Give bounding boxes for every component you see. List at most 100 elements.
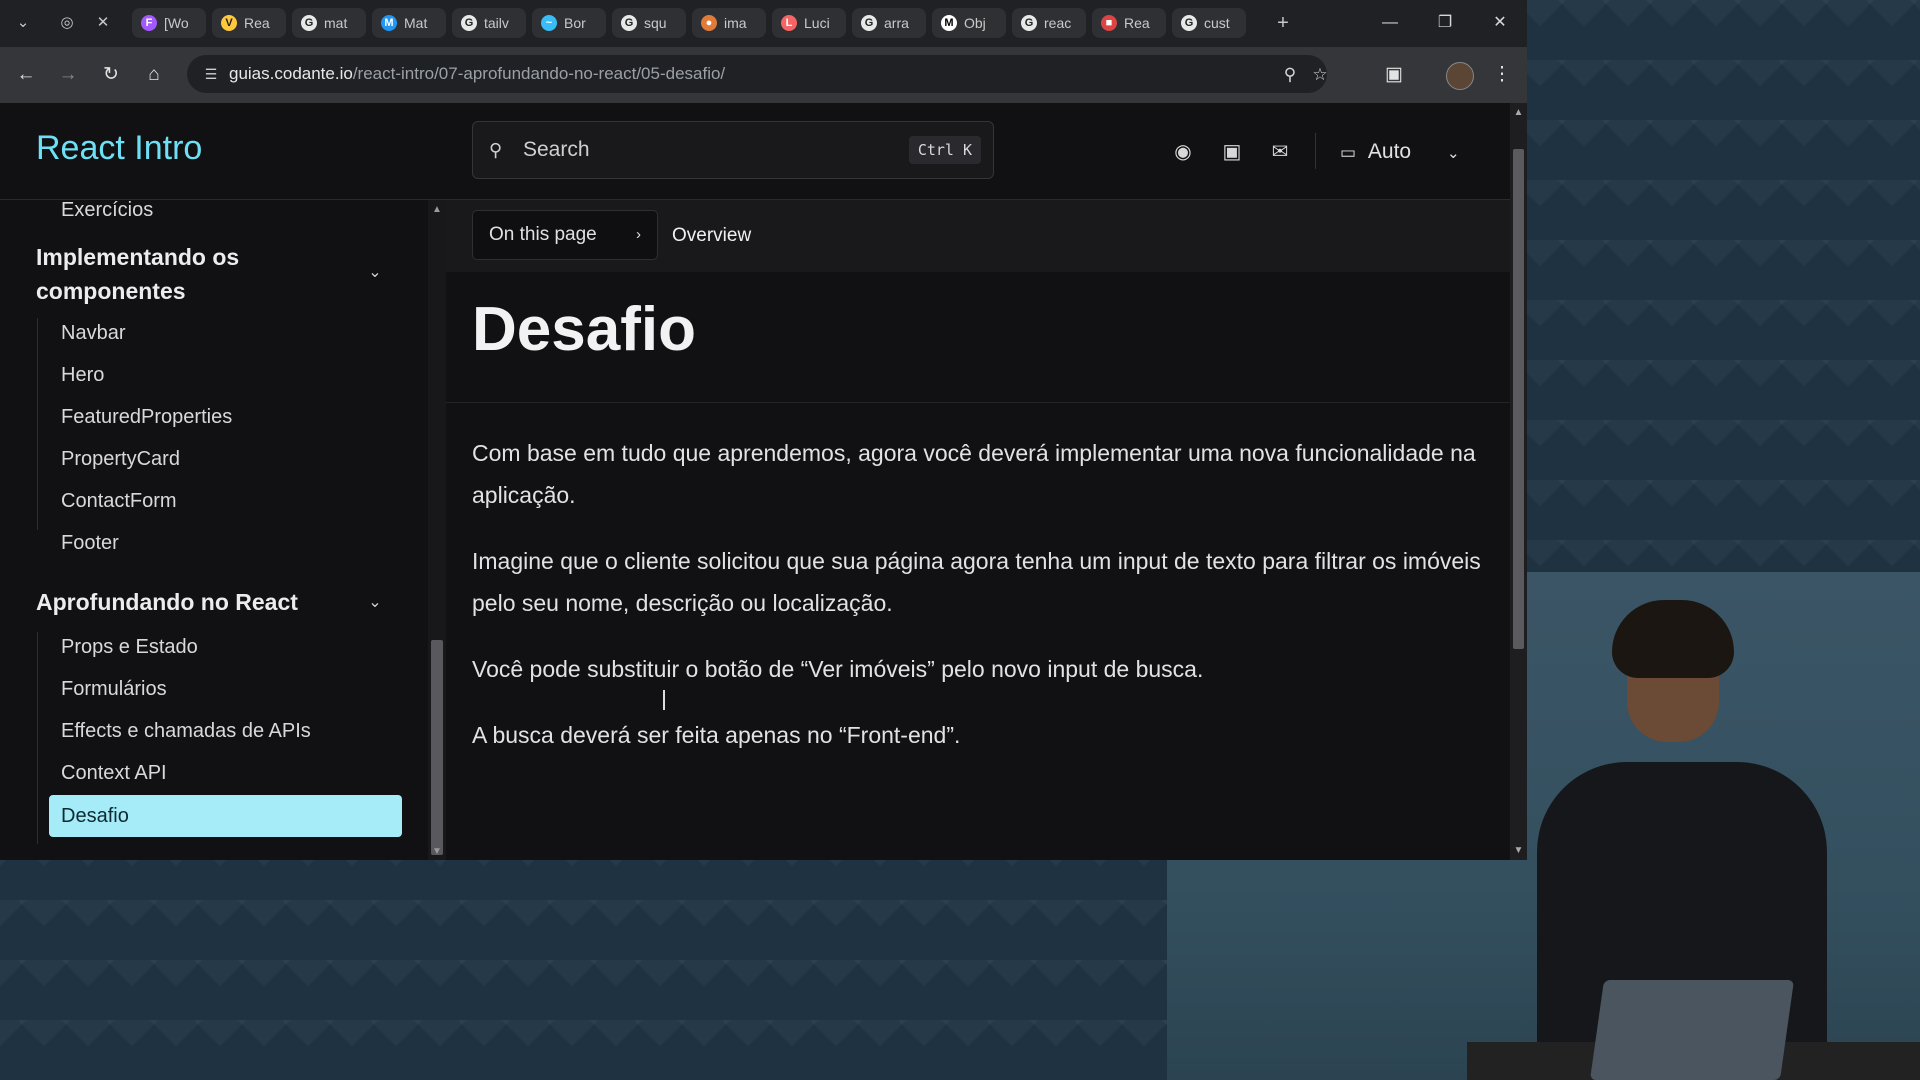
minimize-icon[interactable]: — — [1375, 10, 1405, 36]
presenter-hair — [1612, 600, 1734, 678]
sidebar-item-label: Desafio — [61, 805, 129, 827]
back-icon[interactable]: ← — [12, 61, 40, 89]
sidebar-item-exercicios[interactable]: Exercícios — [61, 200, 153, 225]
url-text[interactable]: guias.codante.io/react-intro/07-aprofund… — [229, 55, 725, 93]
site-header: React Intro ⚲ Search Ctrl K ◉ ▣ ✉ ▭ Auto… — [0, 103, 1510, 200]
chevron-right-icon: › — [636, 226, 641, 243]
sidebar-nav: Exercícios Implementando os componentes … — [0, 200, 428, 860]
sidebar-item-effects[interactable]: Effects e chamadas de APIs — [61, 716, 311, 746]
tab-9[interactable]: Garra — [852, 8, 926, 38]
tab-4[interactable]: Gtailv — [452, 8, 526, 38]
mdn-icon: M — [941, 15, 957, 31]
sidebar-group-implementando[interactable]: Implementando os componentes — [36, 240, 366, 308]
google-icon: G — [461, 15, 477, 31]
tab-10[interactable]: M Obj — [932, 8, 1006, 38]
sidebar-tree-line — [37, 632, 38, 844]
google-icon: G — [621, 15, 637, 31]
gallery-icon: ■ — [1101, 15, 1117, 31]
tab-7[interactable]: ● ima — [692, 8, 766, 38]
sidebar-item-featuredproperties[interactable]: FeaturedProperties — [61, 402, 232, 432]
sidebar-item-props-e-estado[interactable]: Props e Estado — [61, 632, 198, 662]
menu-kebab-icon[interactable]: ⋮ — [1488, 61, 1516, 89]
address-bar[interactable]: ☰ guias.codante.io/react-intro/07-aprofu… — [187, 55, 1328, 93]
scroll-up-arrow-icon[interactable]: ▲ — [428, 204, 446, 215]
sidebar-item-contactform[interactable]: ContactForm — [61, 486, 177, 516]
sidebar-group-aprofundando[interactable]: Aprofundando no React — [36, 585, 366, 619]
github-icon[interactable]: ◉ — [1170, 139, 1196, 165]
chevron-down-icon[interactable]: ⌄ — [365, 263, 385, 283]
sidebar-item-hero[interactable]: Hero — [61, 360, 104, 390]
reload-icon[interactable]: ↻ — [97, 61, 125, 89]
tailwind-icon: ~ — [541, 15, 557, 31]
sidebar-item-formularios[interactable]: Formulários — [61, 674, 167, 704]
search-input[interactable]: ⚲ Search Ctrl K — [472, 121, 994, 179]
search-icon: ⚲ — [489, 140, 503, 160]
sidebar-item-navbar[interactable]: Navbar — [61, 318, 125, 348]
sidebar-item-footer[interactable]: Footer — [61, 528, 119, 558]
theme-selector[interactable]: ▭ Auto ⌄ — [1340, 135, 1460, 169]
tab-3[interactable]: M Mat — [372, 8, 446, 38]
sidebar-scrollbar[interactable]: ▲ ▼ — [428, 200, 446, 860]
extensions-icon[interactable]: ▣ — [1380, 61, 1408, 89]
url-host: guias.codante.io — [229, 64, 353, 83]
tab-2[interactable]: Gmat — [292, 8, 366, 38]
forward-icon[interactable]: → — [54, 61, 82, 89]
tab-1[interactable]: V Rea — [212, 8, 286, 38]
main-content: On this page › Overview Desafio Com base… — [446, 200, 1510, 860]
tab-8[interactable]: L Luci — [772, 8, 846, 38]
tab-6[interactable]: Gsqu — [612, 8, 686, 38]
sidebar-item-propertycard[interactable]: PropertyCard — [61, 444, 180, 474]
restore-icon[interactable]: ❐ — [1430, 10, 1460, 36]
paragraph: Com base em tudo que aprendemos, agora v… — [472, 440, 1476, 508]
search-shortcut-badge: Ctrl K — [908, 136, 981, 164]
title-band: Desafio — [446, 272, 1510, 403]
url-path: /react-intro/07-aprofundando-no-react/05… — [352, 64, 726, 83]
chrome-icon[interactable]: ◎ — [54, 10, 80, 36]
close-tab-icon[interactable]: ✕ — [90, 10, 116, 36]
tab-0[interactable]: F [Wo — [132, 8, 206, 38]
lucide-icon: L — [781, 15, 797, 31]
chevron-down-icon: ⌄ — [1446, 145, 1460, 162]
google-icon: G — [301, 15, 317, 31]
linkedin-icon[interactable]: ▣ — [1219, 139, 1245, 165]
page-title: Desafio — [472, 295, 696, 364]
laptop — [1589, 980, 1795, 1080]
bookmark-star-icon[interactable]: ☆ — [1309, 64, 1331, 86]
header-divider — [1315, 133, 1316, 169]
profile-avatar[interactable] — [1446, 62, 1474, 90]
paragraph: Imagine que o cliente solicitou que sua … — [472, 548, 1481, 616]
tab-5[interactable]: ~ Bor — [532, 8, 606, 38]
on-this-page-button[interactable]: On this page › — [472, 210, 658, 260]
scroll-up-arrow-icon[interactable]: ▲ — [1510, 107, 1527, 118]
scroll-down-arrow-icon[interactable]: ▼ — [428, 846, 446, 857]
site-info-icon[interactable]: ☰ — [201, 64, 221, 84]
chevron-down-icon[interactable]: ⌄ — [365, 593, 385, 613]
new-tab-icon[interactable]: + — [1270, 10, 1296, 36]
zoom-icon[interactable]: ⚲ — [1279, 64, 1301, 86]
on-this-page-label: On this page — [489, 224, 597, 245]
browser-toolbar: ← → ↻ ⌂ ☰ guias.codante.io/react-intro/0… — [0, 47, 1527, 103]
google-icon: G — [1181, 15, 1197, 31]
monitor-icon: ▭ — [1340, 143, 1357, 162]
page-scrollbar[interactable]: ▲ ▼ — [1510, 103, 1527, 860]
google-icon: G — [1021, 15, 1037, 31]
sidebar-item-context-api[interactable]: Context API — [61, 758, 167, 788]
site-brand[interactable]: React Intro — [36, 129, 202, 168]
mui-icon: M — [381, 15, 397, 31]
tab-search-icon[interactable]: ⌄ — [10, 10, 36, 36]
sidebar-scroll-thumb[interactable] — [431, 640, 443, 855]
figma-icon: F — [141, 15, 157, 31]
sidebar-item-desafio-active[interactable]: Desafio — [49, 795, 402, 837]
scroll-down-arrow-icon[interactable]: ▼ — [1510, 845, 1527, 856]
tab-11[interactable]: Greac — [1012, 8, 1086, 38]
home-icon[interactable]: ⌂ — [140, 61, 168, 89]
paragraph: Você pode substituir o botão de “Ver imó… — [472, 656, 1204, 682]
close-window-icon[interactable]: ✕ — [1485, 10, 1515, 36]
mail-icon[interactable]: ✉ — [1267, 139, 1293, 165]
vite-icon: V — [221, 15, 237, 31]
tab-12[interactable]: ■ Rea — [1092, 8, 1166, 38]
text-cursor-icon — [663, 690, 665, 710]
tab-13[interactable]: Gcust — [1172, 8, 1246, 38]
page-scroll-thumb[interactable] — [1513, 149, 1524, 649]
paragraph: A busca deverá ser feita apenas no “Fron… — [472, 722, 961, 748]
